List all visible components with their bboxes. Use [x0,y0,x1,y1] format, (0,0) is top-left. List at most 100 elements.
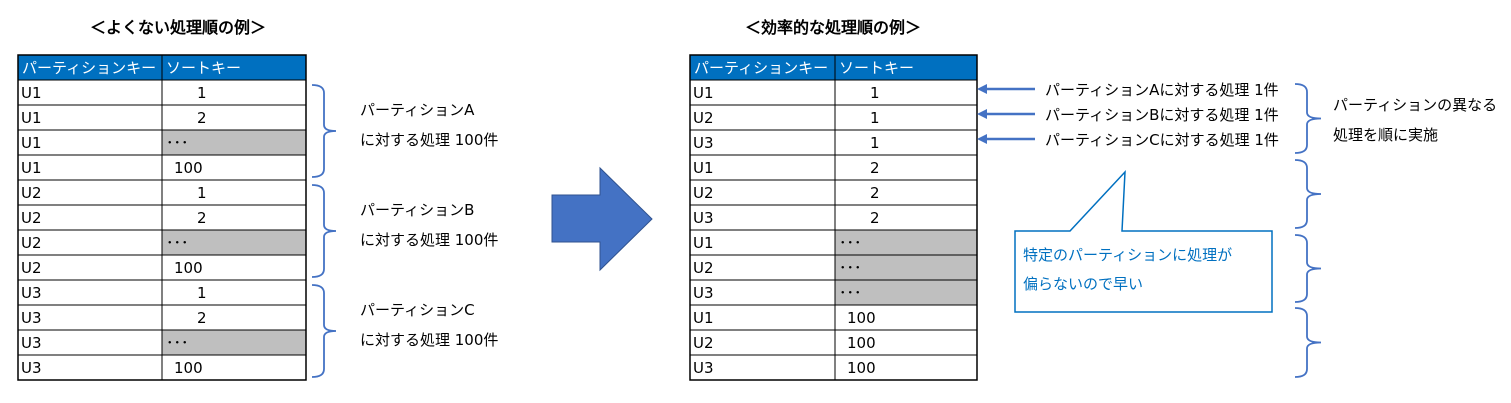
cell [834,129,978,156]
sort-key: 2 [197,109,207,127]
sort-key: 100 [174,259,203,277]
diagram-canvas: ＜よくない処理順の例＞ ＜効率的な処理順の例＞ パーティションキー ソートキーU1… [17,18,1497,381]
right-brackets [1294,83,1322,378]
bracket-label-line1: パーティションの異なる [1333,96,1497,114]
partition-key: U2 [693,109,714,127]
partition-key: U1 [693,159,714,177]
partition-key: U1 [21,159,42,177]
cell [834,204,978,231]
group-label-line2: に対する処理 100件 [360,231,498,249]
cell [834,154,978,181]
sort-key: 1 [870,134,880,152]
curly-bracket [1294,307,1322,378]
sort-key: 100 [847,334,876,352]
table-row: U2 100 [689,329,978,356]
group-label-line1: パーティションC [360,301,475,319]
sort-key: 2 [197,309,207,327]
cell [161,279,307,306]
cell [161,204,307,231]
cell [161,179,307,206]
table-row: U1 2 [689,154,978,181]
partition-key: U3 [693,209,714,227]
partition-key: U1 [21,134,42,152]
partition-key: U3 [693,284,714,302]
cell [161,79,307,106]
cell [834,79,978,106]
column-header: パーティションキー [22,59,156,77]
arrow-label: パーティションCに対する処理 1件 [1045,131,1279,149]
partition-key: U3 [21,334,42,352]
partition-key: U1 [693,234,714,252]
cell [834,179,978,206]
sort-key: 1 [197,184,207,202]
sort-key: 1 [197,84,207,102]
column-header: ソートキー [839,59,914,77]
left-title: ＜よくない処理順の例＞ [90,18,266,37]
cell [161,104,307,131]
sort-key: 2 [870,184,880,202]
sort-key: 100 [847,309,876,327]
sort-key: 2 [870,209,880,227]
curly-bracket [311,284,337,378]
partition-key: U1 [21,84,42,102]
table-row: U3 ･･･ [689,279,978,306]
sort-key: 2 [870,159,880,177]
group-label-line2: に対する処理 100件 [360,331,498,349]
table-row: U2 1 [689,104,978,131]
curly-bracket [1294,159,1322,229]
table-row: U2 ･･･ [689,254,978,281]
table-row: U2 2 [689,179,978,206]
group-label-line1: パーティションA [360,101,475,119]
table-row: U3 2 [689,204,978,231]
table-row: U1 100 [689,304,978,331]
group-label-line2: に対する処理 100件 [360,131,498,149]
partition-key: U3 [21,309,42,327]
cell [834,104,978,131]
sort-key: 100 [174,159,203,177]
left-brackets [311,84,337,378]
left-table: パーティションキー ソートキー U1 1 U1 2 U1 ･･･ U1 100 U2 1 U2 2 U2 ･･… [17,54,307,381]
partition-key: U2 [693,184,714,202]
sort-key: 1 [197,284,207,302]
left-group-labels: パーティションA に対する処理 100件パーティションB に対する処理 100件パー… [360,101,498,349]
sort-key: 1 [870,109,880,127]
arrowhead-icon [977,109,987,119]
sort-key: 100 [174,359,203,377]
curly-bracket [311,84,337,178]
sort-key: ･･･ [166,134,189,152]
sort-key: ･･･ [166,334,189,352]
callout-line1: 特定のパーティションに処理が [1023,246,1232,264]
sort-key: 100 [847,359,876,377]
column-header: ソートキー [166,59,241,77]
partition-key: U2 [21,259,42,277]
callout-line2: 偏らないので早い [1023,275,1143,293]
sort-key: ･･･ [839,259,862,277]
right-title: ＜効率的な処理順の例＞ [745,18,921,37]
arrowhead-icon [977,134,987,144]
partition-key: U2 [21,184,42,202]
partition-key: U2 [693,259,714,277]
sort-key: ･･･ [839,234,862,252]
partition-key: U2 [693,334,714,352]
right-arrows: パーティションAに対する処理 1件パーティションBに対する処理 1件パーティショ… [977,81,1279,149]
sort-key: ･･･ [166,234,189,252]
arrow-label: パーティションAに対する処理 1件 [1045,81,1279,99]
right-table: パーティションキー ソートキー U1 1 U2 1 U3 1 U1 2 U2 2 U3 2 U1 ･･･ U2 ･… [689,54,978,381]
partition-key: U3 [21,284,42,302]
sort-key: 1 [870,84,880,102]
group-label-line1: パーティションB [360,201,474,219]
arrow-label: パーティションBに対する処理 1件 [1045,106,1279,124]
curly-bracket [311,184,337,278]
cell [161,304,307,331]
partition-key: U1 [21,109,42,127]
callout: 特定のパーティションに処理が 偏らないので早い [1014,169,1273,313]
sort-key: 2 [197,209,207,227]
arrowhead-icon [977,84,987,94]
partition-key: U2 [21,234,42,252]
partition-key: U1 [693,84,714,102]
table-row: U1 ･･･ [689,229,978,256]
table-row: U1 1 [689,79,978,106]
table-row: U3 100 [689,354,978,381]
curly-bracket [1294,234,1322,303]
partition-key: U2 [21,209,42,227]
